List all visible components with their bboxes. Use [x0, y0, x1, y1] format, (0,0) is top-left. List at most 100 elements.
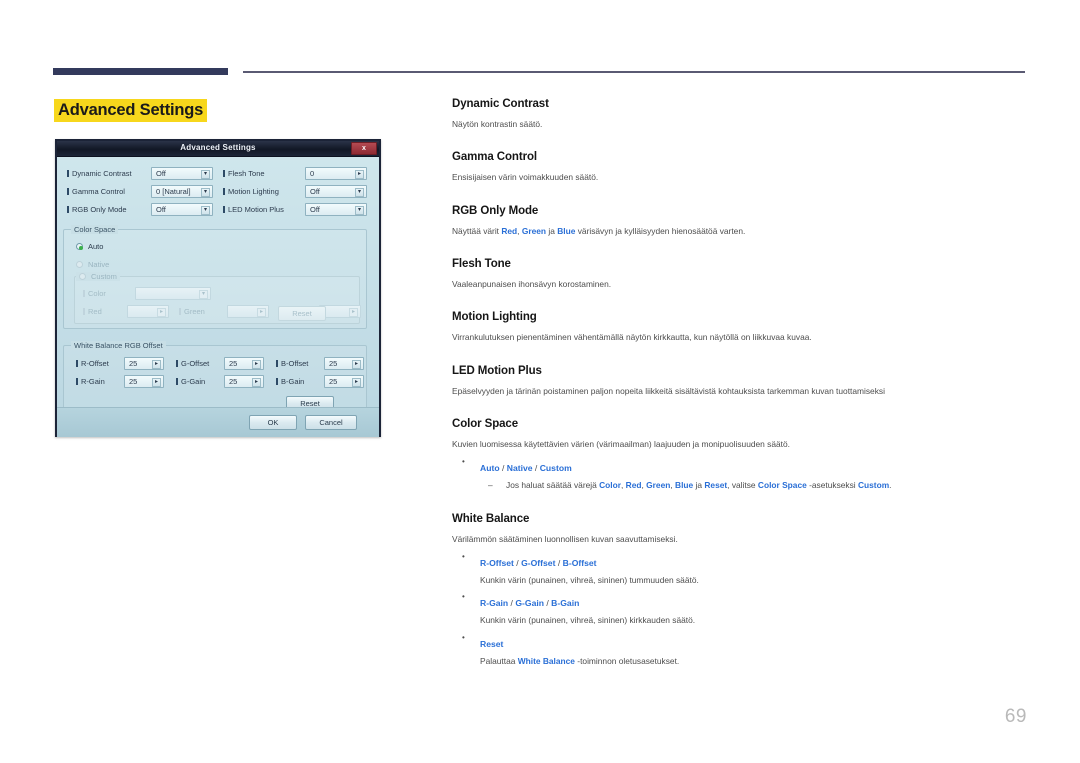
keyword-red: Red [501, 225, 518, 236]
option-g-gain: G-Gain [515, 598, 544, 609]
list-color-space-options: Auto / Native / Custom Jos haluat säätää… [452, 457, 1027, 492]
field-label: G-Gain [176, 377, 205, 386]
dropdown-motion-lighting[interactable]: Off ▾ [305, 185, 367, 198]
ok-button[interactable]: OK [249, 415, 297, 430]
text-fragment: ja [546, 225, 558, 236]
spinner-custom-green: ▸ [227, 305, 269, 318]
heading-led-motion-plus: LED Motion Plus [452, 364, 542, 377]
field-label: LED Motion Plus [223, 205, 284, 214]
dropdown-rgb-only-mode[interactable]: Off ▾ [151, 203, 213, 216]
list-white-balance-options: R-Offset / G-Offset / B-Offset Kunkin vä… [452, 552, 1027, 667]
option-auto: Auto [480, 463, 500, 474]
spinner-r-offset[interactable]: 25 ▸ [124, 357, 164, 370]
dialog-title: Advanced Settings [180, 143, 256, 152]
dropdown-gamma-control[interactable]: 0 [Natural] ▾ [151, 185, 213, 198]
dropdown-led-motion-plus[interactable]: Off ▾ [305, 203, 367, 216]
field-r-gain[interactable]: R-Gain 25 ▸ [76, 375, 168, 390]
field-gamma-control[interactable]: Gamma Control 0 [Natural] ▾ [67, 185, 213, 200]
list-item: R-Offset / G-Offset / B-Offset Kunkin vä… [452, 552, 1027, 586]
cancel-button[interactable]: Cancel [305, 415, 357, 430]
block-flesh-tone: Flesh Tone Vaaleanpunaisen ihonsävyn kor… [452, 258, 1027, 290]
field-rgb-only-mode[interactable]: RGB Only Mode Off ▾ [67, 203, 213, 218]
field-dynamic-contrast[interactable]: Dynamic Contrast Off ▾ [67, 167, 213, 182]
field-label: G-Offset [176, 359, 209, 368]
spinner-r-gain[interactable]: 25 ▸ [124, 375, 164, 388]
spinner-custom-red: ▸ [127, 305, 169, 318]
chevron-down-icon[interactable]: ▾ [355, 188, 364, 197]
chevron-right-icon[interactable]: ▸ [352, 378, 361, 387]
option-native: Native [506, 463, 533, 474]
chevron-down-icon[interactable]: ▾ [201, 170, 210, 179]
spinner-g-offset[interactable]: 25 ▸ [224, 357, 264, 370]
spinner-b-offset[interactable]: 25 ▸ [324, 357, 364, 370]
option-g-offset: G-Offset [521, 558, 556, 569]
chevron-right-icon[interactable]: ▸ [152, 378, 161, 387]
field-b-gain[interactable]: B-Gain 25 ▸ [276, 375, 368, 390]
field-label: RGB Only Mode [67, 205, 127, 214]
radio-label: Custom [91, 272, 117, 281]
heading-color-space: Color Space [452, 418, 519, 431]
field-g-gain[interactable]: G-Gain 25 ▸ [176, 375, 270, 390]
chevron-right-icon[interactable]: ▸ [252, 378, 261, 387]
radio-color-space-native[interactable]: Native [76, 260, 109, 269]
field-motion-lighting[interactable]: Motion Lighting Off ▾ [223, 185, 367, 200]
chevron-right-icon[interactable]: ▸ [152, 360, 161, 369]
text-fragment: värisävyn ja kylläisyyden hienosäätöä va… [575, 225, 746, 236]
radio-color-space-auto[interactable]: Auto [76, 242, 103, 251]
chevron-right-icon[interactable]: ▸ [352, 360, 361, 369]
radio-dot-icon [76, 243, 83, 250]
field-value: Off [156, 169, 166, 178]
spinner-b-gain[interactable]: 25 ▸ [324, 375, 364, 388]
heading-flesh-tone: Flesh Tone [452, 258, 511, 271]
field-g-offset[interactable]: G-Offset 25 ▸ [176, 357, 270, 372]
close-icon[interactable]: x [351, 142, 377, 155]
radio-label: Native [88, 260, 110, 269]
field-r-offset[interactable]: R-Offset 25 ▸ [76, 357, 168, 372]
field-b-offset[interactable]: B-Offset 25 ▸ [276, 357, 368, 372]
custom-reset-button: Reset [278, 306, 326, 321]
group-caption-custom: Custom [76, 272, 120, 281]
dialog-body: Dynamic Contrast Off ▾ Gamma Control 0 [… [57, 157, 379, 437]
spinner-flesh-tone[interactable]: 0 ▸ [305, 167, 367, 180]
desc-reset: Palauttaa White Balance -toiminnon oletu… [480, 656, 1027, 667]
dialog-titlebar: Advanced Settings x [57, 141, 379, 157]
block-motion-lighting: Motion Lighting Virrankulutuksen pienent… [452, 311, 1027, 343]
list-item: Auto / Native / Custom Jos haluat säätää… [452, 457, 1027, 492]
chevron-down-icon[interactable]: ▾ [201, 188, 210, 197]
field-value: Off [156, 205, 166, 214]
keyword-custom: Custom [857, 480, 890, 491]
heading-motion-lighting: Motion Lighting [452, 311, 537, 324]
group-caption: Color Space [71, 225, 119, 234]
field-label: B-Offset [276, 359, 308, 368]
text-fragment: Näyttää värit [452, 225, 502, 236]
field-value: 0 [310, 169, 315, 178]
desc-offset: Kunkin värin (punainen, vihreä, sininen)… [480, 575, 699, 586]
radio-color-space-custom[interactable]: Custom [79, 272, 117, 281]
heading-white-balance: White Balance [452, 512, 530, 525]
separator: / [532, 463, 540, 474]
spinner-g-gain[interactable]: 25 ▸ [224, 375, 264, 388]
chevron-right-icon: ▸ [257, 308, 266, 317]
chevron-right-icon[interactable]: ▸ [355, 170, 364, 179]
field-flesh-tone[interactable]: Flesh Tone 0 ▸ [223, 167, 367, 182]
field-value: 25 [229, 359, 238, 368]
chevron-down-icon[interactable]: ▾ [355, 206, 364, 215]
dialog-footer: OK Cancel [57, 407, 379, 437]
separator: / [513, 558, 522, 569]
offset-options: R-Offset / G-Offset / B-Offset [480, 558, 597, 568]
desc-motion-lighting: Virrankulutuksen pienentäminen vähentämä… [452, 332, 812, 343]
chevron-down-icon[interactable]: ▾ [201, 206, 210, 215]
chevron-right-icon: ▸ [349, 308, 358, 317]
dropdown-dynamic-contrast[interactable]: Off ▾ [151, 167, 213, 180]
keyword-color-space: Color Space [757, 480, 807, 491]
field-led-motion-plus[interactable]: LED Motion Plus Off ▾ [223, 203, 367, 218]
option-b-gain: B-Gain [551, 598, 580, 609]
desc-rgb-only-mode: Näyttää värit Red, Green ja Blue värisäv… [452, 226, 1027, 237]
heading-gamma-control: Gamma Control [452, 151, 537, 164]
chevron-right-icon[interactable]: ▸ [252, 360, 261, 369]
gain-options: R-Gain / G-Gain / B-Gain [480, 598, 579, 608]
radio-dot-icon [76, 261, 83, 268]
field-label: Color [83, 289, 106, 298]
option-custom: Custom [539, 463, 572, 474]
radio-label: Auto [88, 242, 104, 251]
